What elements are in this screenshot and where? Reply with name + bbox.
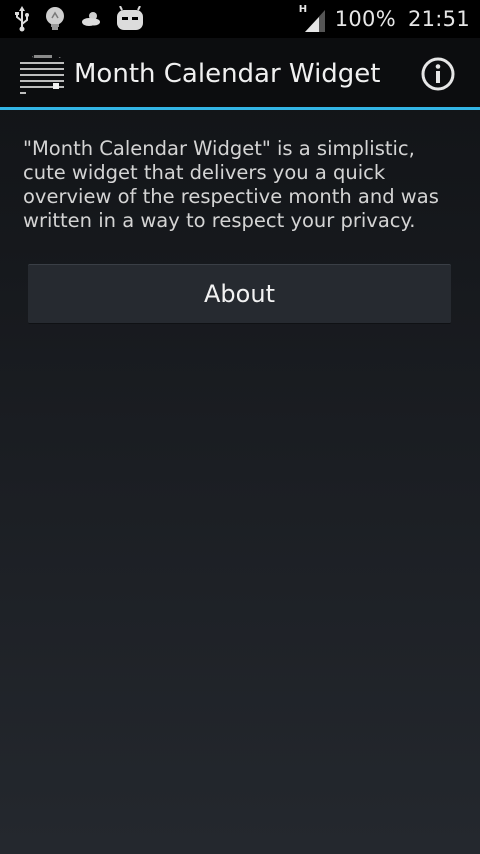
cell-signal-icon: H [299,4,325,32]
status-bar: H 100% 21:51 [0,0,480,38]
app-screen: H 100% 21:51 ‹ ⌄ Month Calendar Widget "… [0,0,480,854]
lightbulb-icon [44,6,66,32]
usb-icon [14,6,30,32]
about-button[interactable]: About [28,264,451,324]
cyanogenmod-mascot-icon [116,5,144,32]
notification-icons [14,5,158,33]
svg-text:⌄: ⌄ [58,54,61,59]
weather-icon [80,6,102,32]
info-icon [421,57,455,91]
system-indicators: H 100% 21:51 [299,0,470,38]
svg-text:‹: ‹ [32,54,34,59]
clock: 21:51 [407,7,470,31]
app-description: "Month Calendar Widget" is a simplistic,… [23,137,439,232]
battery-percentage: 100% [334,7,396,31]
action-bar-divider [0,107,480,110]
app-title: Month Calendar Widget [74,59,381,89]
info-button[interactable] [420,56,456,92]
calendar-app-icon: ‹ ⌄ [18,54,66,96]
